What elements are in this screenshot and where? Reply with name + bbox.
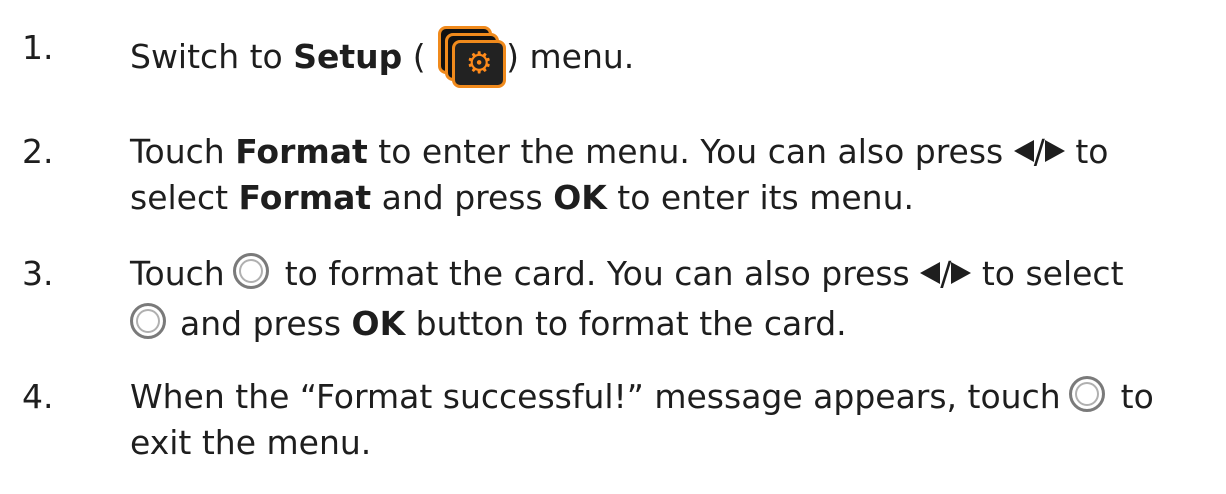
step-number: 2.: [22, 132, 54, 171]
left-arrow-icon: [920, 262, 941, 284]
step-3-line-1: Touch to format the card. You can also pr…: [130, 253, 1124, 293]
setup-label: Setup: [293, 37, 403, 76]
right-arrow-icon: [951, 262, 972, 284]
ok-label: OK: [351, 304, 406, 343]
confirm-circle-icon: [232, 253, 269, 289]
step-2-line-2: select Format and press OK to enter its …: [130, 178, 914, 217]
step-number: 3.: [22, 254, 54, 293]
step-4-line-2: exit the menu.: [130, 423, 372, 462]
step-2-line-1: Touch Format to enter the menu. You can …: [130, 132, 1109, 171]
format-label: Format: [238, 178, 372, 217]
right-arrow-icon: [1044, 140, 1065, 162]
confirm-circle-icon: [1068, 376, 1105, 412]
step-4-line-1: When the “Format successful!” message ap…: [130, 376, 1154, 416]
setup-gear-icon: ⚙: [438, 26, 507, 88]
left-arrow-icon: [1013, 140, 1034, 162]
confirm-circle-icon: [130, 303, 166, 339]
step-number: 4.: [22, 377, 54, 416]
ok-label: OK: [553, 178, 607, 217]
step-3-line-2: and press OK button to format the card.: [130, 302, 847, 346]
step-1-line-1: Switch to Setup ( ⚙ ) menu.: [130, 26, 634, 88]
step-number: 1.: [22, 28, 54, 67]
format-label: Format: [235, 132, 368, 171]
